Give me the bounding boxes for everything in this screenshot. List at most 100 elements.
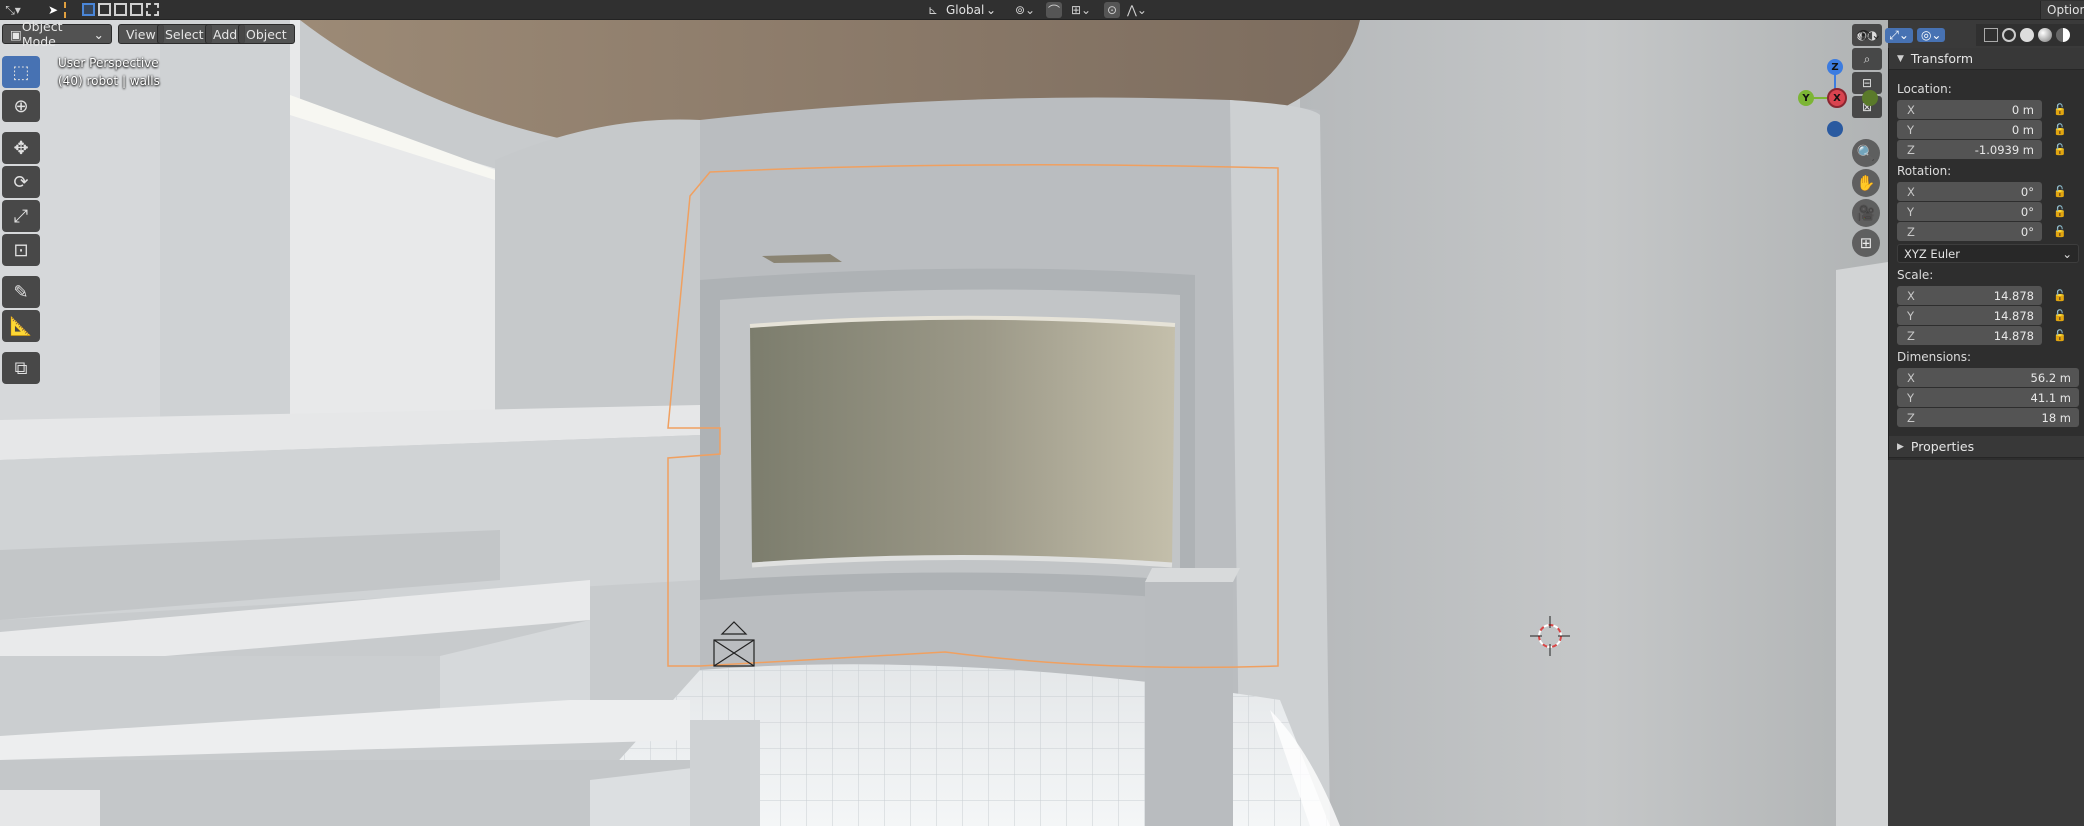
options-button[interactable]: Options	[2040, 1, 2084, 19]
material-shading-icon[interactable]	[2038, 28, 2052, 42]
visibility-icon[interactable]: 👁⌄	[1856, 28, 1881, 42]
properties-title: Properties	[1910, 439, 1975, 454]
expand-down-icon: ▼	[1897, 53, 1904, 64]
solid-shading-icon[interactable]	[2020, 28, 2034, 42]
location-z-field[interactable]: Z -1.0939 m	[1897, 140, 2042, 159]
rotation-label: Rotation:	[1897, 164, 1952, 178]
gizmo-y-label: Y	[1802, 92, 1810, 104]
add-cube-tool[interactable]: ⧉	[2, 352, 40, 384]
field-value: 14.878	[1993, 308, 2034, 323]
select-subtract-icon[interactable]	[114, 3, 127, 16]
axis-label: X	[1907, 184, 1915, 199]
wireframe-shading-icon[interactable]	[2002, 28, 2016, 42]
dimensions-z-field[interactable]: Z 18 m	[1897, 408, 2079, 427]
zoom-view-button[interactable]: 🔍	[1852, 139, 1880, 167]
pan-view-button[interactable]: ✋	[1852, 169, 1880, 197]
transform-orientation-dropdown[interactable]: Global ⌄	[940, 1, 1002, 19]
overlays-icon[interactable]: ◎⌄	[1916, 28, 1946, 42]
location-label: Location:	[1897, 82, 1952, 96]
annotate-tool[interactable]: ✎	[2, 276, 40, 308]
lock-location-z-icon[interactable]: 🔓	[2053, 143, 2067, 156]
measure-tool[interactable]: 📐	[2, 310, 40, 342]
editor-type-icon[interactable]: ⤡▾	[4, 2, 22, 18]
move-tool[interactable]: ✥	[2, 132, 40, 164]
field-value: 41.1 m	[2030, 390, 2071, 405]
select-extend-icon[interactable]	[98, 3, 111, 16]
measure-icon: 📐	[9, 315, 33, 337]
dimensions-y-field[interactable]: Y 41.1 m	[1897, 388, 2079, 407]
select-new-icon[interactable]	[82, 3, 95, 16]
viewport-toggles: 👁⌄ ⤢⌄ ◎⌄	[1852, 24, 1976, 46]
lock-scale-z-icon[interactable]: 🔓	[2053, 329, 2067, 342]
cursor-tool[interactable]: ⊕	[2, 90, 40, 122]
scale-z-field[interactable]: Z 14.878	[1897, 326, 2042, 345]
mode-dropdown[interactable]: ▣ Object Mode ⌄	[2, 19, 112, 49]
select-intersect-icon[interactable]	[146, 3, 159, 16]
select-invert-icon[interactable]	[130, 3, 143, 16]
rotation-x-field[interactable]: X 0°	[1897, 182, 2042, 201]
add-cube-icon: ⧉	[14, 357, 28, 379]
scale-y-field[interactable]: Y 14.878	[1897, 306, 2042, 325]
chevron-down-icon: ⌄	[93, 26, 104, 42]
view-menu-label: View	[126, 26, 156, 42]
snap-target-icon[interactable]: ⊞⌄	[1064, 2, 1098, 18]
camera-icon: 🎥	[1856, 204, 1876, 222]
gizmo-neg-y[interactable]	[1862, 90, 1878, 106]
lock-scale-y-icon[interactable]: 🔓	[2053, 309, 2067, 322]
location-y-field[interactable]: Y 0 m	[1897, 120, 2042, 139]
pivot-point-icon[interactable]: ⊚⌄	[1010, 2, 1040, 18]
dimensions-label: Dimensions:	[1897, 350, 1972, 364]
rendered-shading-icon[interactable]	[2056, 28, 2070, 42]
transform-tool[interactable]: ⊡	[2, 234, 40, 266]
rotate-tool[interactable]: ⟳	[2, 166, 40, 198]
options-label: Options	[2047, 3, 2084, 17]
select-box-tool[interactable]: ⬚	[2, 56, 40, 88]
hand-icon: ✋	[1856, 174, 1876, 192]
scale-tool[interactable]: ⤢	[2, 200, 40, 232]
object-menu[interactable]: Object	[238, 24, 295, 44]
object-menu-label: Object	[246, 26, 287, 42]
location-x-field[interactable]: X 0 m	[1897, 100, 2042, 119]
move-icon: ✥	[13, 137, 29, 159]
transform-panel-header[interactable]: ▼ Transform	[1889, 48, 2084, 70]
top-header-bar: ⤡▾ ➤ ⊾ Global⌄ ⊚⌄ ⌒ ⊞⌄ ⊙ ⋀⌄ Options	[0, 0, 2084, 20]
field-value: 0 m	[2011, 122, 2034, 137]
rotation-z-field[interactable]: Z 0°	[1897, 222, 2042, 241]
cursor-icon: ⊕	[13, 95, 29, 117]
lock-location-y-icon[interactable]: 🔓	[2053, 123, 2067, 136]
field-value: 18 m	[2041, 410, 2072, 425]
gizmo-y-axis[interactable]: Y	[1798, 90, 1814, 106]
object-info-text: (40) robot | walls	[58, 74, 160, 88]
lock-location-x-icon[interactable]: 🔓	[2053, 103, 2067, 116]
lock-rotation-x-icon[interactable]: 🔓	[2053, 185, 2067, 198]
viewport-header: ▣ Object Mode ⌄ View Select Add Object	[0, 19, 1888, 49]
scale-x-field[interactable]: X 14.878	[1897, 286, 2042, 305]
rotation-mode-select[interactable]: XYZ Euler ⌄	[1897, 244, 2079, 263]
snap-toggle-icon[interactable]: ⌒	[1046, 2, 1062, 18]
select-menu[interactable]: Select	[157, 24, 212, 44]
select-tool-icon[interactable]: ➤	[44, 2, 62, 18]
gizmo-icon[interactable]: ⤢⌄	[1885, 27, 1913, 43]
gizmo-neg-z[interactable]	[1827, 121, 1843, 137]
chevron-down-icon: ⌄	[2062, 246, 2072, 261]
xray-toggle-icon[interactable]	[1984, 28, 1998, 42]
shading-buttons	[1976, 24, 2084, 46]
view-name-text: User Perspective	[58, 56, 159, 70]
add-menu-label: Add	[213, 26, 238, 42]
rotation-y-field[interactable]: Y 0°	[1897, 202, 2042, 221]
ortho-toggle-button[interactable]: ⊞	[1852, 229, 1880, 257]
falloff-icon[interactable]: ⋀⌄	[1124, 2, 1150, 18]
gizmo-x-axis[interactable]: X	[1827, 88, 1847, 108]
3d-viewport[interactable]	[0, 20, 1888, 826]
lock-rotation-z-icon[interactable]: 🔓	[2053, 225, 2067, 238]
field-value: 14.878	[1993, 288, 2034, 303]
lock-scale-x-icon[interactable]: 🔓	[2053, 289, 2067, 302]
dimensions-x-field[interactable]: X 56.2 m	[1897, 368, 2079, 387]
camera-view-button[interactable]: 🎥	[1852, 199, 1880, 227]
lock-rotation-y-icon[interactable]: 🔓	[2053, 205, 2067, 218]
gizmo-z-axis[interactable]: Z	[1827, 59, 1843, 75]
selection-dashed-icon	[64, 2, 66, 18]
properties-panel-header[interactable]: ▶ Properties	[1889, 436, 2084, 458]
proportional-editing-icon[interactable]: ⊙	[1104, 2, 1120, 18]
rotate-icon: ⟳	[13, 171, 29, 193]
